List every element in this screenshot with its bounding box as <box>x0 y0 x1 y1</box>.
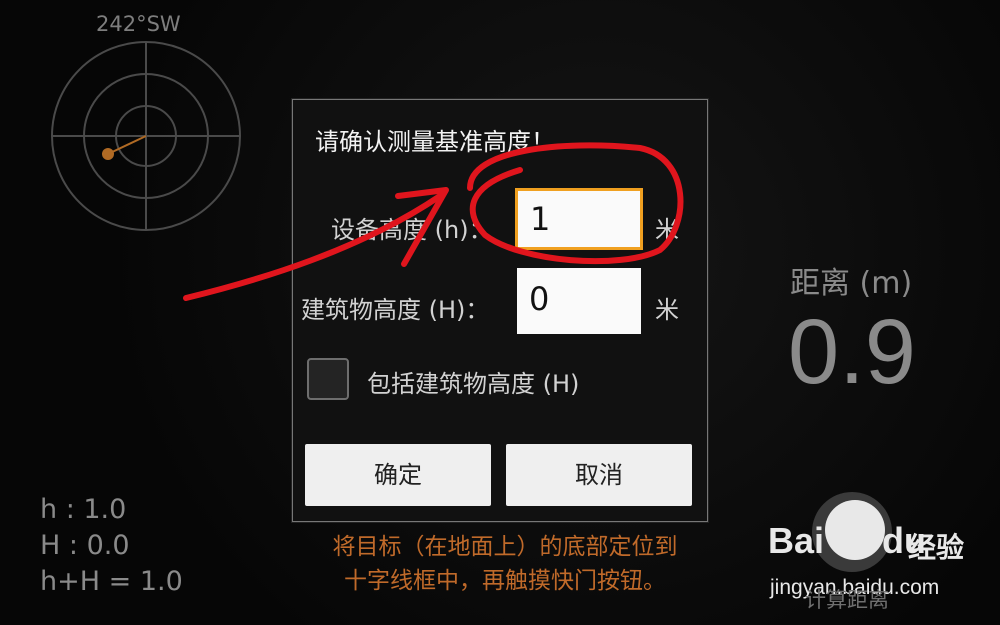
include-building-checkbox[interactable] <box>307 358 349 400</box>
watermark-cn: 经验 <box>908 531 965 564</box>
device-height-input[interactable]: 1 <box>515 188 643 250</box>
dialog-title: 请确认测量基准高度！ <box>315 128 555 156</box>
device-height-unit: 米 <box>655 216 679 244</box>
include-building-label[interactable]: 包括建筑物高度 (H) <box>367 364 579 399</box>
building-height-unit: 米 <box>655 296 679 324</box>
building-height-label: 建筑物高度 (H)： <box>301 296 490 324</box>
device-height-stat: h : 1.0 <box>40 494 127 525</box>
building-height-input[interactable]: 0 <box>517 268 641 334</box>
watermark-brand: Bai du <box>768 520 927 561</box>
building-height-stat: H : 0.0 <box>40 530 130 561</box>
calculate-distance-label: 计算距离 <box>805 588 889 612</box>
compass-heading: 242°SW <box>96 12 181 36</box>
cancel-button[interactable]: 取消 <box>506 444 692 506</box>
device-height-label: 设备高度 (h)： <box>331 216 493 244</box>
distance-label: 距离 (m) <box>790 266 913 301</box>
compass-icon <box>51 41 241 231</box>
height-stats: h : 1.0 H : 0.0 h+H = 1.0 <box>40 492 183 600</box>
instruction-text: 将目标（在地面上）的底部定位到 十字线框中，再触摸快门按钮。 <box>332 534 678 594</box>
total-height-stat: h+H = 1.0 <box>40 566 183 597</box>
distance-value: 0.9 <box>788 301 916 403</box>
height-confirm-dialog: 请确认测量基准高度！ 设备高度 (h)： 1 米 建筑物高度 (H)： 0 米 … <box>292 99 708 522</box>
ok-button[interactable]: 确定 <box>305 444 491 506</box>
